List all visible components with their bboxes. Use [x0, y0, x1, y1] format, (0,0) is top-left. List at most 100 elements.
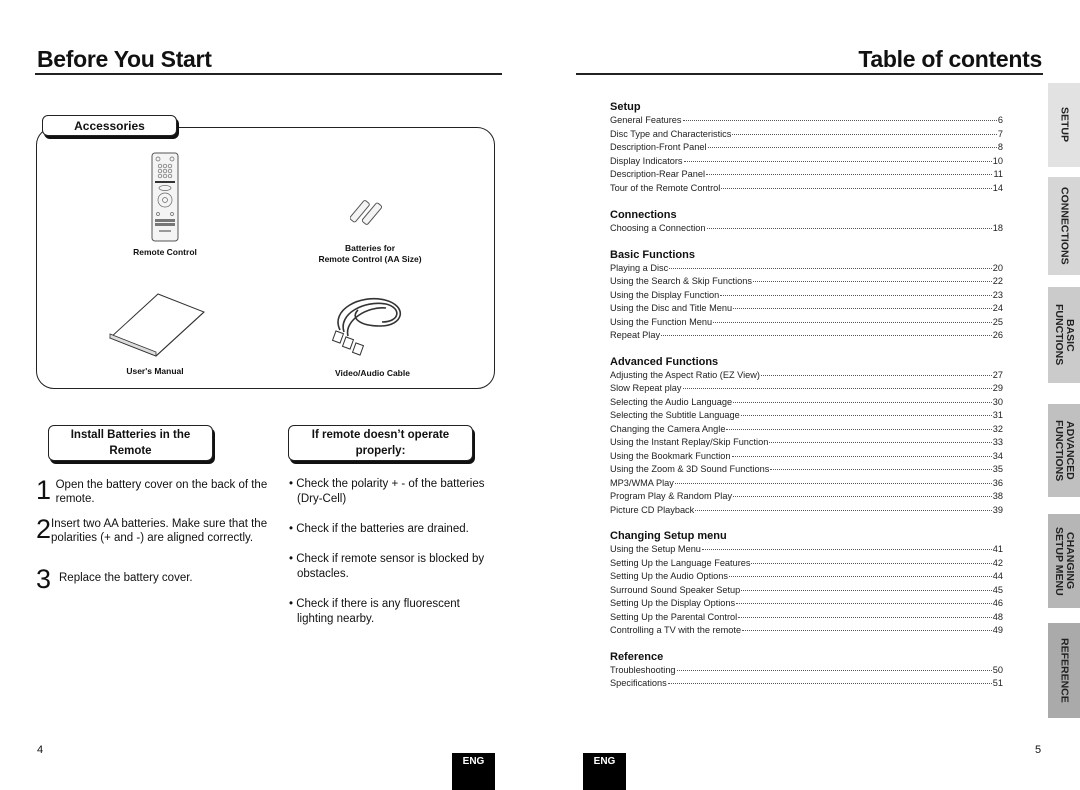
toc-leader-dots [661, 335, 992, 336]
toc-section-heading: Setup [610, 101, 641, 113]
toc-entry-title: Using the Disc and Title Menu [610, 303, 733, 313]
toc-leader-dots [736, 603, 992, 604]
troubleshoot-bullet: • Check if there is any fluorescent ligh… [289, 598, 460, 625]
toc-entry[interactable]: Using the Bookmark Function 34 [610, 450, 1003, 464]
toc-entry[interactable]: Surround Sound Speaker Setup 45 [610, 584, 1003, 598]
side-tab-changing-setup-menu[interactable]: CHANGING SETUP MENU [1048, 514, 1080, 608]
toc-entry-title: Using the Bookmark Function [610, 450, 731, 461]
toc-entry[interactable]: Slow Repeat play 29 [610, 382, 1003, 396]
page-number-right: 5 [1035, 744, 1042, 756]
side-tab-label: CONNECTIONS [1058, 187, 1071, 265]
toc-entry-page: 38 [992, 491, 1003, 501]
toc-entry[interactable]: Repeat Play 26 [610, 329, 1003, 343]
toc-entry[interactable]: Setting Up the Display Options 46 [610, 597, 1003, 611]
toc-section: Reference Troubleshooting 50 Specifications… [610, 650, 1003, 691]
toc-entry[interactable]: Using the Display Function 23 [610, 289, 1003, 303]
toc-entry[interactable]: Using the Instant Replay/Skip Function 33 [610, 436, 1003, 450]
toc-entry-page: 29 [992, 383, 1003, 393]
toc-entry-page: 23 [992, 289, 1003, 300]
toc-entry[interactable]: MP3/WMA Play 36 [610, 477, 1003, 491]
toc-entry[interactable]: Controlling a TV with the remote 49 [610, 624, 1003, 638]
toc-entry[interactable]: Display Indicators 10 [610, 155, 1003, 169]
page-title-toc: Table of contents [858, 46, 1042, 72]
toc-entry-page: 49 [992, 625, 1003, 635]
toc-entry[interactable]: Disc Type and Characteristics 7 [610, 128, 1003, 142]
toc-section: Advanced Functions Adjusting the Aspect R… [610, 355, 1003, 518]
toc-entry-page: 45 [992, 584, 1003, 595]
toc-entry[interactable]: Description-Front Panel 8 [610, 141, 1003, 155]
toc-entry-page: 33 [992, 437, 1003, 447]
toc-leader-dots [682, 388, 992, 389]
side-tab-reference[interactable]: REFERENCE [1048, 623, 1080, 718]
side-tab-label: REFERENCE [1058, 638, 1071, 703]
toc-entry-title: Setting Up the Display Options [610, 598, 736, 608]
troubleshoot-heading-line2: properly: [355, 445, 406, 457]
toc-entry-title: Display Indicators [610, 155, 683, 166]
toc-entry[interactable]: Using the Zoom & 3D Sound Functions 35 [610, 463, 1003, 477]
toc-leader-dots [738, 616, 992, 618]
toc-entry-page: 39 [992, 504, 1003, 515]
toc-entry[interactable]: Playing a Disc 20 [610, 262, 1003, 276]
toc-entry-title: Setting Up the Language Features [610, 557, 751, 568]
toc-entry-page: 11 [993, 169, 1003, 179]
toc-section: Basic Functions Playing a Disc 20 Using the… [610, 248, 1003, 343]
toc-entry-title: Description-Rear Panel [610, 169, 705, 179]
install-heading-line1: Install Batteries in the [70, 429, 191, 441]
toc-entry[interactable]: General Features 6 [610, 114, 1003, 128]
toc-entry-title: Playing a Disc [610, 262, 669, 273]
manual-icon [109, 293, 205, 357]
toc-entry[interactable]: Troubleshooting 50 [610, 664, 1003, 678]
toc-entry[interactable]: Program Play & Random Play 38 [610, 490, 1003, 504]
toc-leader-dots [707, 147, 997, 148]
language-badge-right: ENG [583, 753, 626, 790]
toc-entry-page: 8 [997, 142, 1003, 152]
toc-entry[interactable]: Tour of the Remote Control 14 [610, 182, 1003, 196]
toc-entry[interactable]: Setting Up the Audio Options 44 [610, 570, 1003, 584]
toc-entry[interactable]: Using the Search & Skip Functions 22 [610, 275, 1003, 289]
side-tab-label: SETUP [1058, 107, 1071, 143]
side-tab-setup[interactable]: SETUP [1048, 83, 1080, 167]
toc-entry-title: Using the Display Function [610, 289, 720, 300]
toc-entry-page: 31 [992, 410, 1003, 420]
side-tab-basic-functions[interactable]: BASIC FUNCTIONS [1048, 287, 1080, 383]
toc-entry-page: 36 [992, 477, 1003, 488]
side-tab-advanced-functions[interactable]: ADVANCED FUNCTIONS [1048, 404, 1080, 497]
toc-leader-dots [667, 683, 992, 684]
side-tab-label: BASIC FUNCTIONS [1053, 304, 1076, 366]
av-cable-icon [331, 298, 402, 356]
troubleshoot-heading-line1: If remote doesn’t operate [311, 429, 450, 441]
toc-entry[interactable]: Adjusting the Aspect Ratio (EZ View) 27 [610, 369, 1003, 383]
toc-leader-dots [728, 576, 992, 577]
toc-entry[interactable]: Selecting the Subtitle Language 31 [610, 409, 1003, 423]
toc-leader-dots [695, 509, 992, 511]
accessory-label-cable: Video/Audio Cable [335, 368, 410, 378]
toc-leader-dots [740, 415, 992, 416]
toc-entry[interactable]: Setting Up the Language Features 42 [610, 557, 1003, 571]
toc-entry[interactable]: Using the Disc and Title Menu 24 [610, 302, 1003, 316]
toc-entry[interactable]: Changing the Camera Angle 32 [610, 423, 1003, 437]
toc-leader-dots [701, 549, 992, 550]
toc-entry-title: Program Play & Random Play [610, 491, 733, 501]
toc-entry[interactable]: Using the Function Menu 25 [610, 316, 1003, 330]
toc-entry-title: General Features [610, 115, 682, 125]
toc-entry-page: 34 [992, 450, 1003, 461]
toc-entry-page: 14 [992, 182, 1003, 193]
side-tab-connections[interactable]: CONNECTIONS [1048, 177, 1080, 275]
toc-leader-dots [731, 455, 992, 457]
accessory-label-remote: Remote Control [133, 247, 197, 257]
toc-section-heading: Reference [610, 650, 664, 663]
toc-entry-title: Specifications [610, 678, 667, 688]
toc-entry-title: Tour of the Remote Control [610, 182, 721, 193]
toc-entry[interactable]: Selecting the Audio Language 30 [610, 396, 1003, 410]
toc-entry-page: 25 [992, 316, 1003, 327]
toc-entry[interactable]: Picture CD Playback 39 [610, 504, 1003, 518]
toc-entry-title: Troubleshooting [610, 664, 676, 675]
step-text: Replace the battery cover. [59, 572, 193, 584]
toc-entry[interactable]: Description-Rear Panel 11 [610, 168, 1003, 182]
toc-entry[interactable]: Setting Up the Parental Control 48 [610, 611, 1003, 625]
toc-entry[interactable]: Specifications 51 [610, 677, 1003, 691]
toc-leader-dots [726, 428, 992, 430]
toc-entry[interactable]: Choosing a Connection 18 [610, 222, 1003, 236]
toc-section: Setup General Features 6 Disc Type and Char… [610, 100, 1003, 195]
toc-entry[interactable]: Using the Setup Menu 41 [610, 543, 1003, 557]
